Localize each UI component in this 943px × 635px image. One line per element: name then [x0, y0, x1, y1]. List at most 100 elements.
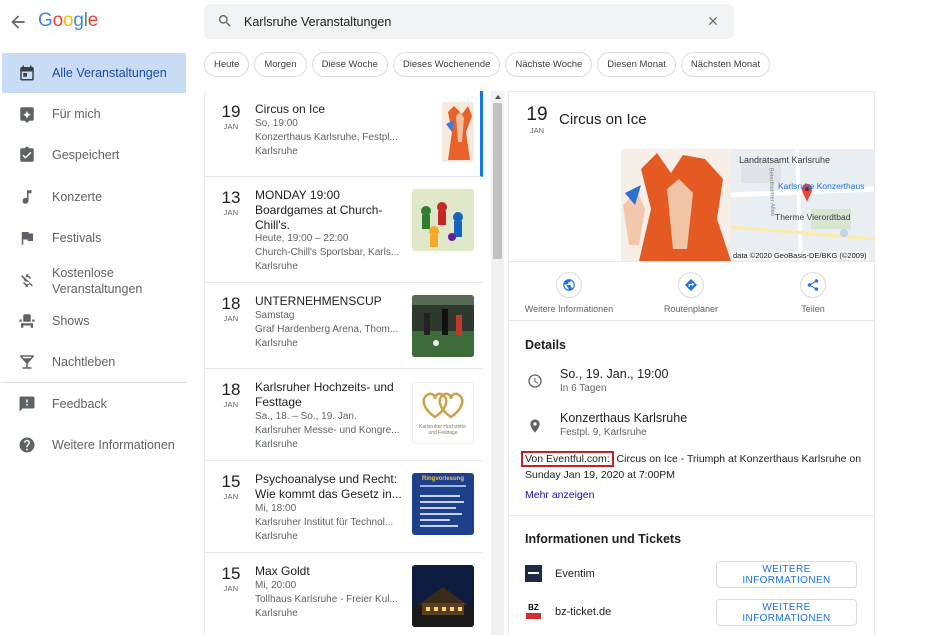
- sidebar-divider: [2, 382, 186, 383]
- sidebar-item-kostenlose-veranstaltungen[interactable]: Kostenlose Veranstaltungen: [2, 259, 186, 303]
- scroll-up-arrow-icon[interactable]: [494, 93, 502, 101]
- event-venue: Karlsruher Institut für Technol...: [255, 517, 394, 528]
- event-title: Circus on Ice: [255, 102, 326, 116]
- website-button[interactable]: Weitere Informationen: [519, 272, 619, 314]
- feedback-icon: [19, 396, 35, 412]
- list-scrollbar[interactable]: [491, 91, 504, 635]
- event-title: UNTERNEHMENSCUP: [255, 294, 382, 308]
- event-card[interactable]: 18 JAN Karlsruher Hochzeits- und Festtag…: [205, 369, 483, 461]
- event-venue: Tollhaus Karlsruhe - Freier Kul...: [255, 594, 398, 605]
- sidebar-item-label: Gespeichert: [52, 148, 120, 162]
- detail-day: 19: [526, 104, 548, 125]
- sidebar-item-label: Nachtleben: [52, 355, 116, 369]
- sidebar-item-fuer-mich[interactable]: Für mich: [2, 94, 186, 134]
- thumbnail-caption-line: und Festtage: [428, 430, 458, 436]
- search-input[interactable]: [244, 12, 684, 32]
- event-city: Karlsruhe: [255, 531, 298, 542]
- action-label: Teilen: [801, 304, 825, 314]
- event-image: Ringvorlesung: [412, 473, 474, 535]
- event-card[interactable]: 19 JAN Circus on Ice So, 19:00 Konzertha…: [205, 91, 483, 177]
- event-date: Samstag: [255, 310, 295, 321]
- chip-dieses-wochenende[interactable]: Dieses Wochenende: [392, 52, 501, 77]
- event-title: Psychoanalyse und Recht: Wie kommt das G…: [255, 472, 402, 501]
- chip-diesen-monat[interactable]: Diesen Monat: [597, 52, 676, 77]
- event-month: JAN: [223, 314, 239, 323]
- ticket-provider-name: Eventim: [555, 568, 595, 580]
- bz-ticket-logo-icon: BZ: [525, 603, 542, 620]
- event-venue: Konzerthaus Karlsruhe, Festpl...: [255, 132, 398, 143]
- detail-address: Festpl. 9, Karlsruhe: [560, 427, 647, 438]
- clock-icon: [528, 374, 542, 388]
- action-label: Weitere Informationen: [524, 304, 614, 314]
- event-detail-panel: 19 JAN Circus on Ice Landratsamt Karlsru…: [508, 91, 875, 635]
- event-day: 19: [221, 102, 241, 121]
- event-date: Heute, 19:00 – 22:00: [255, 233, 349, 244]
- sidebar-item-weitere-informationen[interactable]: Weitere Informationen: [2, 425, 186, 465]
- detail-description: Von Eventful.com: Circus on Ice - Triump…: [521, 451, 865, 483]
- search-bar: [204, 4, 734, 39]
- event-card[interactable]: 18 JAN UNTERNEHMENSCUP Samstag Graf Hard…: [205, 283, 483, 369]
- thumbnail-caption: Karlsruher Hochzeits-und Festtage: [413, 424, 473, 436]
- sidebar-item-shows[interactable]: Shows: [2, 301, 186, 341]
- event-card[interactable]: 15 JAN Psychoanalyse und Recht: Wie komm…: [205, 461, 483, 553]
- chip-morgen[interactable]: Morgen: [254, 52, 307, 77]
- event-venue: Karlsruher Messe- und Kongre...: [255, 425, 400, 436]
- search-icon[interactable]: [217, 13, 233, 29]
- directions-icon: [678, 272, 704, 298]
- event-day: 18: [221, 380, 241, 399]
- event-city: Karlsruhe: [255, 608, 298, 619]
- directions-button[interactable]: Routenplaner: [641, 272, 741, 314]
- event-city: Karlsruhe: [255, 146, 298, 157]
- map-label: Karlsruhe Konzerthaus: [778, 181, 865, 191]
- help-icon: [19, 437, 35, 453]
- event-title: Karlsruher Hochzeits- und Festtage: [255, 380, 394, 409]
- detail-hero[interactable]: Landratsamt Karlsruhe Karlsruhe Konzerth…: [621, 149, 874, 261]
- google-logo[interactable]: Google: [38, 10, 98, 32]
- detail-month: JAN: [529, 126, 545, 135]
- globe-icon: [556, 272, 582, 298]
- eventim-more-info-button[interactable]: WEITERE INFORMATIONEN: [716, 561, 857, 588]
- sidebar-item-feedback[interactable]: Feedback: [2, 384, 186, 424]
- music-note-icon: [22, 190, 32, 204]
- event-title: MONDAY 19:00 Boardgames at Church-Chill'…: [255, 188, 383, 232]
- sidebar-item-konzerte[interactable]: Konzerte: [2, 177, 186, 217]
- eventim-logo-icon: [525, 565, 542, 582]
- sidebar-item-gespeichert[interactable]: Gespeichert: [2, 135, 186, 175]
- event-day: 13: [221, 188, 241, 207]
- sidebar-item-nachtleben[interactable]: Nachtleben: [2, 342, 186, 382]
- bz-ticket-more-info-button[interactable]: WEITERE INFORMATIONEN: [716, 599, 857, 626]
- calendar-icon: [20, 65, 34, 81]
- location-pin-icon: [530, 419, 540, 433]
- event-card[interactable]: 13 JAN MONDAY 19:00 Boardgames at Church…: [205, 177, 483, 283]
- chip-diese-woche[interactable]: Diese Woche: [311, 52, 388, 77]
- event-city: Karlsruhe: [255, 338, 298, 349]
- description-source: Von Eventful.com:: [521, 451, 614, 467]
- detail-date: So., 19. Jan., 19:00: [560, 367, 669, 381]
- event-date: So, 19:00: [255, 118, 298, 129]
- chip-heute[interactable]: Heute: [204, 52, 250, 77]
- event-card[interactable]: 15 JAN Max Goldt Mi, 20:00 Tollhaus Karl…: [205, 553, 483, 635]
- chip-naechsten-monat[interactable]: Nächsten Monat: [680, 52, 771, 77]
- theater-seat-icon: [19, 314, 35, 328]
- event-month: JAN: [223, 208, 239, 217]
- back-arrow-icon[interactable]: [8, 12, 28, 32]
- event-date: Sa., 18. – So., 19. Jan.: [255, 411, 357, 422]
- clear-icon[interactable]: [706, 14, 720, 28]
- share-button[interactable]: Teilen: [763, 272, 863, 314]
- sidebar-item-festivals[interactable]: Festivals: [2, 218, 186, 258]
- action-label: Routenplaner: [663, 304, 719, 314]
- event-month: JAN: [223, 584, 239, 593]
- event-image: [412, 189, 474, 251]
- event-list: 19 JAN Circus on Ice So, 19:00 Konzertha…: [204, 91, 484, 635]
- cocktail-icon: [20, 355, 34, 369]
- sidebar-item-alle-veranstaltungen[interactable]: Alle Veranstaltungen: [2, 53, 186, 93]
- event-city: Karlsruhe: [255, 439, 298, 450]
- chip-naechste-woche[interactable]: Nächste Woche: [505, 52, 593, 77]
- bz-logo-text: BZ: [528, 603, 539, 612]
- scrollbar-thumb[interactable]: [493, 103, 502, 259]
- show-more-link[interactable]: Mehr anzeigen: [525, 489, 594, 501]
- event-title: Max Goldt: [255, 564, 310, 578]
- event-month: JAN: [223, 122, 239, 131]
- sidebar-item-label: Für mich: [52, 107, 101, 121]
- event-month: JAN: [223, 400, 239, 409]
